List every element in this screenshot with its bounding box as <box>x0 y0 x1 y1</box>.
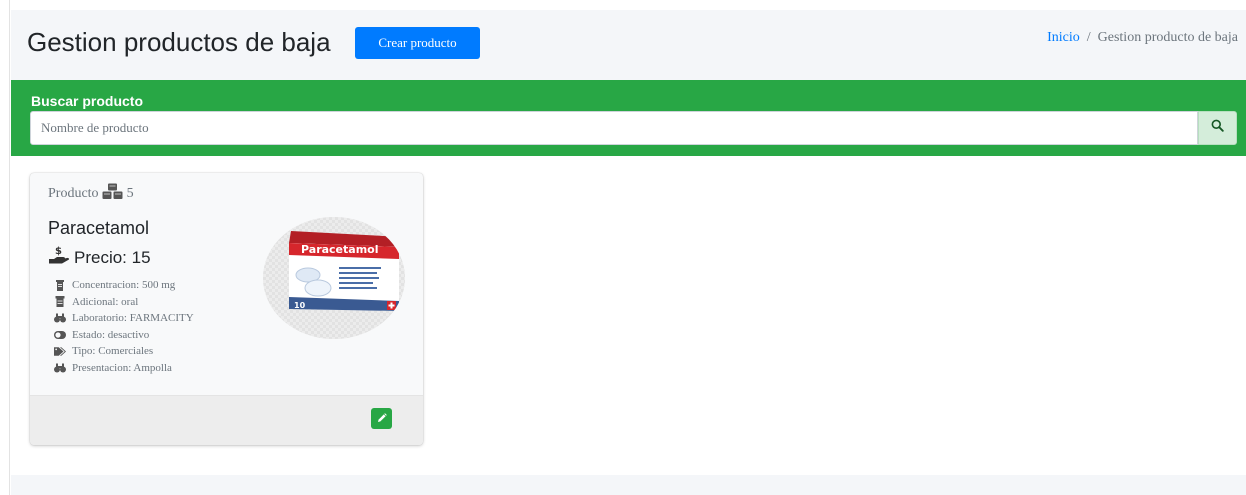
search-label: Buscar producto <box>31 93 144 109</box>
list-item: Adicional: oral <box>54 294 194 311</box>
product-card-header: Producto 5 <box>48 183 134 205</box>
attr-concentracion: Concentracion: 500 mg <box>72 279 176 292</box>
content-header: Gestion productos de baja Crear producto… <box>11 10 1246 80</box>
pencil-icon <box>377 411 387 426</box>
prescription-bottle-icon <box>54 296 66 308</box>
image-count-text: 10 <box>294 301 306 310</box>
list-item: Laboratorio: FARMACITY <box>54 310 194 327</box>
product-card-footer <box>30 395 423 445</box>
mortar-pestle-icon <box>54 279 66 291</box>
image-brand-text: Paracetamol <box>301 243 379 256</box>
product-price: $ Precio: 15 <box>48 245 151 270</box>
content-wrapper: Gestion productos de baja Crear producto… <box>11 10 1246 495</box>
list-item: Presentacion: Ampolla <box>54 360 194 377</box>
breadcrumb: Inicio / Gestion producto de baja <box>1047 30 1238 46</box>
breadcrumb-separator: / <box>1086 30 1091 45</box>
create-product-button[interactable]: Crear producto <box>355 27 480 59</box>
attr-laboratorio: Laboratorio: FARMACITY <box>72 312 194 325</box>
list-item: Tipo: Comerciales <box>54 343 194 360</box>
search-icon <box>1211 119 1224 137</box>
attr-estado: Estado: desactivo <box>72 328 150 341</box>
page-footer <box>11 475 1246 495</box>
toggle-icon <box>54 329 66 340</box>
product-header-label: Producto <box>48 186 99 201</box>
breadcrumb-home-link[interactable]: Inicio <box>1047 30 1080 45</box>
svg-text:$: $ <box>55 246 62 257</box>
breadcrumb-current: Gestion producto de baja <box>1097 30 1238 45</box>
attr-presentacion: Presentacion: Ampolla <box>72 361 172 374</box>
page-title: Gestion productos de baja <box>27 27 331 57</box>
product-attributes: Concentracion: 500 mg Adicional: oral La… <box>54 277 194 376</box>
search-input[interactable] <box>30 111 1198 145</box>
search-button[interactable] <box>1198 111 1237 145</box>
tags-icon <box>54 346 66 357</box>
price-text: Precio: 15 <box>74 247 151 267</box>
cubes-icon <box>102 183 124 205</box>
search-card: Buscar producto <box>11 80 1246 156</box>
sidebar-edge <box>0 0 10 495</box>
flask-icon <box>54 313 66 324</box>
pills-icon <box>54 362 66 373</box>
list-item: Estado: desactivo <box>54 327 194 344</box>
hand-holding-dollar-icon: $ <box>48 245 70 270</box>
product-name: Paracetamol <box>48 218 150 238</box>
product-stock: 5 <box>126 186 134 201</box>
attr-adicional: Adicional: oral <box>72 295 139 308</box>
product-image: Paracetamol 10 <box>263 217 405 339</box>
product-card: Producto 5 Paracetamol $ Precio: 15 Conc… <box>30 173 423 445</box>
edit-product-button[interactable] <box>371 408 392 429</box>
list-item: Concentracion: 500 mg <box>54 277 194 294</box>
attr-tipo: Tipo: Comerciales <box>72 345 154 358</box>
